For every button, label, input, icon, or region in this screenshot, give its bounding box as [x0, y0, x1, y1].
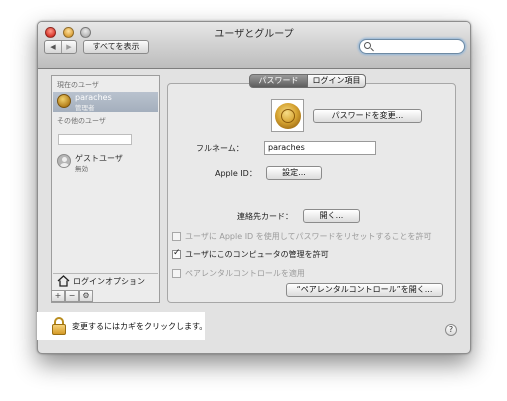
forward-button[interactable]: ▶ — [61, 41, 77, 53]
user-name: paraches — [75, 93, 112, 102]
gear-icon: ⚙ — [82, 291, 90, 300]
parental-controls-checkbox[interactable] — [172, 269, 181, 278]
window-title: ユーザとグループ — [214, 29, 294, 40]
help-button[interactable]: ? — [445, 324, 457, 336]
lock-bar[interactable]: 変更するにはカギをクリックします。 — [37, 312, 208, 340]
back-button[interactable]: ◀ — [45, 41, 62, 53]
open-parental-controls-button[interactable]: “ペアレンタルコントロール”を開く... — [286, 283, 443, 297]
apple-id-label: Apple ID： — [215, 169, 257, 178]
title-bar: ユーザとグループ ◀ ▶ すべてを表示 — [38, 22, 470, 69]
tab-password[interactable]: パスワード — [249, 74, 308, 88]
apple-id-reset-checkbox[interactable] — [172, 232, 181, 241]
show-all-button[interactable]: すべてを表示 — [83, 40, 149, 54]
lock-icon[interactable] — [52, 317, 66, 335]
guest-status: 無効 — [75, 165, 88, 173]
tab-login-items[interactable]: ログイン項目 — [307, 74, 366, 88]
add-user-button[interactable]: + — [51, 290, 65, 302]
user-role: 管理者 — [75, 104, 95, 112]
open-contacts-card-button[interactable]: 開く... — [303, 209, 360, 223]
allow-admin-checkbox[interactable] — [172, 248, 181, 259]
allow-admin-label: ユーザにこのコンピュータの管理を許可 — [185, 250, 329, 259]
full-name-label: フルネーム： — [196, 144, 244, 153]
parental-controls-label: ペアレンタルコントロールを適用 — [185, 269, 305, 278]
other-users-header: その他のユーザ — [57, 117, 106, 125]
remove-user-button[interactable]: − — [65, 290, 79, 302]
action-menu-button[interactable]: ⚙ — [79, 290, 93, 302]
avatar — [57, 94, 71, 108]
user-row-guest[interactable]: ゲストユーザ 無効 — [53, 152, 158, 173]
apple-id-reset-label: ユーザに Apple ID を使用してパスワードをリセットすることを許可 — [185, 232, 432, 241]
blank-user-row[interactable] — [58, 134, 132, 145]
lock-message: 変更するにはカギをクリックします。 — [72, 322, 208, 331]
guest-avatar-icon — [57, 154, 71, 168]
search-field[interactable] — [359, 39, 465, 54]
search-icon — [364, 42, 371, 49]
back-forward-control: ◀ ▶ — [44, 40, 77, 54]
current-users-header: 現在のユーザ — [57, 81, 99, 89]
apple-id-setup-button[interactable]: 設定... — [266, 166, 322, 180]
users-sidebar: 現在のユーザ paraches 管理者 その他のユーザ ゲストユーザ 無効 ログ… — [51, 75, 160, 303]
user-picture[interactable] — [271, 99, 304, 132]
window: ユーザとグループ ◀ ▶ すべてを表示 現在のユーザ paraches 管理者 … — [37, 21, 471, 354]
login-options-label: ログインオプション — [73, 277, 145, 286]
user-picture-image — [275, 103, 301, 129]
sidebar-buttons: + − ⚙ — [51, 290, 95, 303]
user-row-paraches[interactable]: paraches 管理者 — [53, 92, 158, 112]
house-icon — [57, 275, 70, 287]
contacts-card-label: 連絡先カード： — [237, 212, 293, 221]
login-options-item[interactable]: ログインオプション — [53, 273, 158, 289]
full-name-field[interactable]: paraches — [264, 141, 376, 155]
change-password-button[interactable]: パスワードを変更... — [313, 109, 422, 123]
